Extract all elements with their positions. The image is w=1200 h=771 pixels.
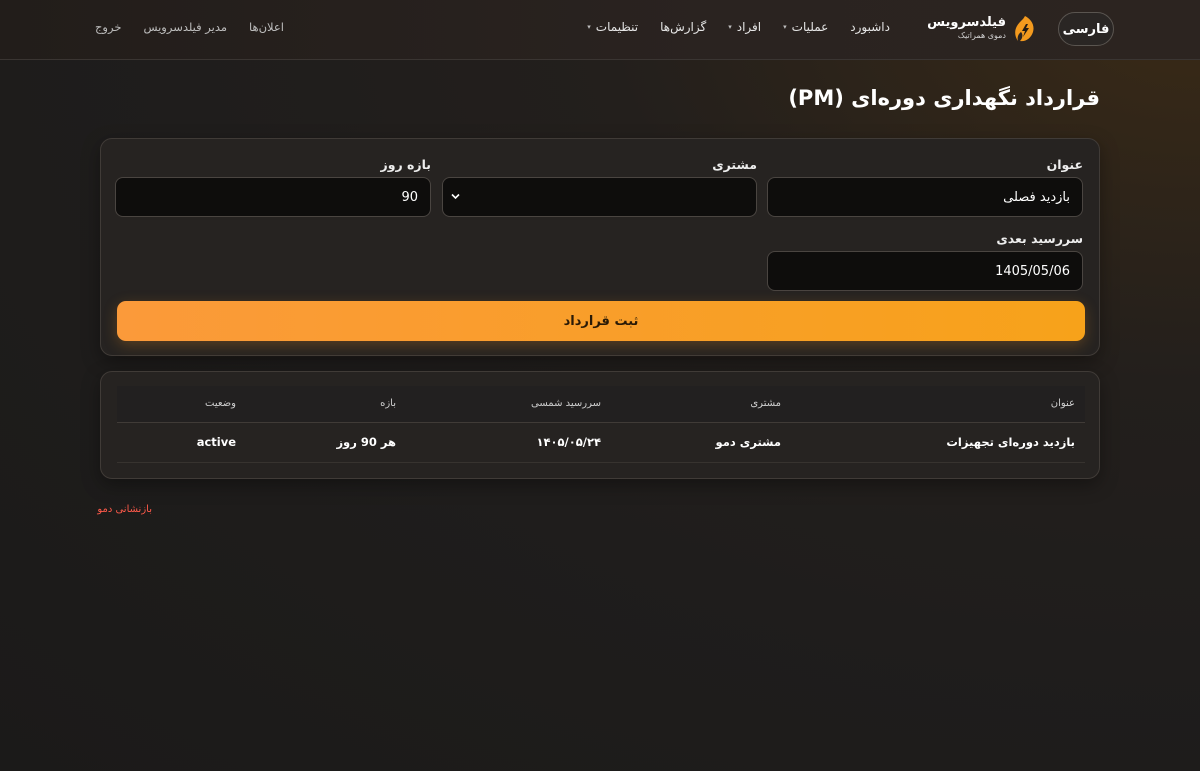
main-nav: داشبورد عملیات ▾ افراد ▾ گزارش‌ها تنظیما…	[587, 20, 890, 34]
table-row[interactable]: بازدید دوره‌ای تجهیزات مشتری دمو ۱۴۰۵/۰۵…	[117, 422, 1085, 463]
page-title: قرارداد نگهداری دوره‌ای (PM)	[788, 86, 1100, 110]
contracts-table: عنوان مشتری سررسید شمسی بازه وضعیت بازدی…	[117, 386, 1085, 463]
nav-item-settings[interactable]: تنظیمات ▾	[587, 20, 638, 34]
cell-status: active	[117, 422, 246, 463]
cell-title: بازدید دوره‌ای تجهیزات	[791, 422, 1085, 463]
nav-item-label: افراد	[736, 20, 762, 34]
cell-due-date: ۱۴۰۵/۰۵/۲۴	[406, 422, 611, 463]
chevron-down-icon	[451, 192, 460, 203]
nav-item-operations[interactable]: عملیات ▾	[783, 20, 828, 34]
cell-customer: مشتری دمو	[611, 422, 791, 463]
brand-name: فیلدسرویس	[927, 15, 1006, 30]
caret-down-icon: ▾	[587, 23, 591, 31]
user-utility-links: خروج مدیر فیلدسرویس اعلان‌ها	[95, 20, 284, 34]
next-due-field-label: سررسید بعدی	[996, 231, 1083, 246]
submit-contract-button[interactable]: ثبت قرارداد	[117, 301, 1085, 341]
interval-days-field[interactable]	[115, 177, 431, 217]
customer-select[interactable]	[442, 177, 757, 217]
reset-demo-link[interactable]: بازنشانی دمو	[97, 504, 152, 515]
cell-interval: هر 90 روز	[246, 422, 406, 463]
customer-field-label: مشتری	[712, 157, 757, 172]
nav-item-label: تنظیمات	[595, 20, 639, 34]
wrench-bolt-logo-icon	[1014, 15, 1036, 43]
next-due-field[interactable]	[767, 251, 1083, 291]
column-header-customer: مشتری	[611, 386, 791, 423]
nav-item-label: داشبورد	[850, 20, 890, 34]
caret-down-icon: ▾	[783, 23, 787, 31]
user-name-link[interactable]: مدیر فیلدسرویس	[143, 20, 227, 34]
nav-item-people[interactable]: افراد ▾	[728, 20, 761, 34]
column-header-title: عنوان	[791, 386, 1085, 423]
language-switch-button[interactable]: فارسی	[1058, 12, 1114, 46]
nav-item-dashboard[interactable]: داشبورد	[850, 20, 890, 34]
pm-contract-form: عنوان مشتری بازه روز سررسید بعدی ثبت قرا…	[100, 138, 1100, 356]
contracts-table-card: عنوان مشتری سررسید شمسی بازه وضعیت بازدی…	[100, 371, 1100, 479]
nav-item-label: عملیات	[791, 20, 829, 34]
next-due-input[interactable]	[780, 263, 1070, 279]
top-navigation-bar: فارسی فیلدسرویس دموی همراتیک داشبورد عمل…	[0, 0, 1200, 60]
nav-item-reports[interactable]: گزارش‌ها	[660, 20, 706, 34]
column-header-interval: بازه	[246, 386, 406, 423]
nav-item-label: گزارش‌ها	[660, 20, 707, 34]
interval-days-input[interactable]	[128, 189, 418, 205]
table-header-row: عنوان مشتری سررسید شمسی بازه وضعیت	[117, 386, 1085, 423]
interval-field-label: بازه روز	[380, 157, 431, 172]
logout-link[interactable]: خروج	[95, 20, 121, 34]
brand-subtitle: دموی همراتیک	[957, 31, 1006, 40]
column-header-status: وضعیت	[117, 386, 246, 423]
title-field[interactable]	[767, 177, 1083, 217]
title-input[interactable]	[780, 189, 1070, 205]
column-header-due-date: سررسید شمسی	[406, 386, 611, 423]
brand[interactable]: فیلدسرویس دموی همراتیک	[927, 15, 1006, 41]
caret-down-icon: ▾	[728, 23, 732, 31]
title-field-label: عنوان	[1046, 157, 1083, 172]
notifications-link[interactable]: اعلان‌ها	[249, 20, 284, 34]
